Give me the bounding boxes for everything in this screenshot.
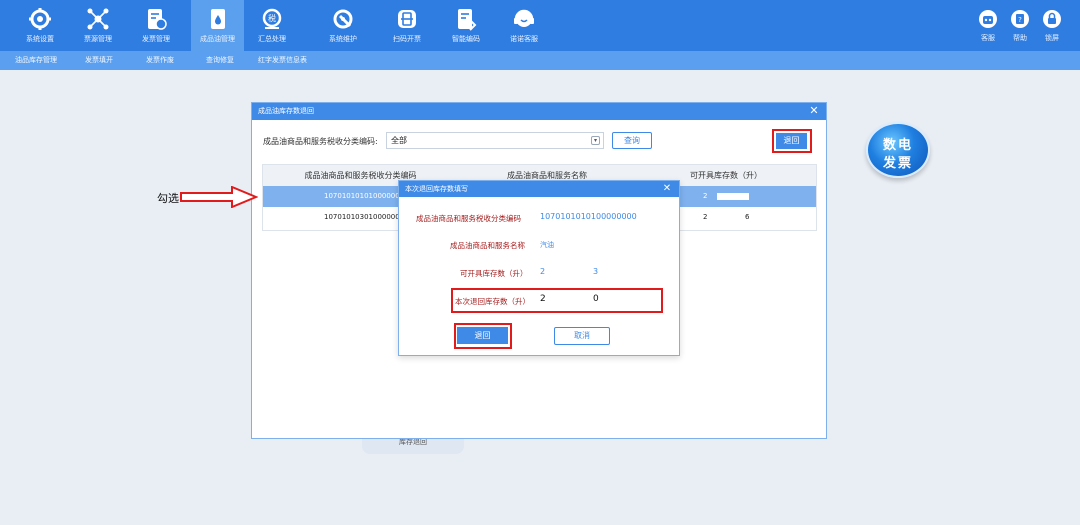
code-label: 成品油商品和服务税收分类编码 [416, 214, 521, 223]
nav-label: 智能编码 [452, 35, 480, 43]
sub-navbar: 油品库存管理 发票填开 发票作废 查询修复 红字发票信息表 [0, 51, 1080, 70]
nav-label: 汇总处理 [258, 35, 286, 43]
filter-label: 成品油商品和服务税收分类编码: [263, 137, 378, 146]
subnav-invoice-issue[interactable]: 发票填开 [85, 51, 113, 70]
subnav-query-repair[interactable]: 查询修复 [206, 51, 234, 70]
background-tab-label: 库存退回 [399, 438, 427, 446]
name-label: 成品油商品和服务名称 [450, 241, 525, 250]
highlight-box [454, 323, 512, 349]
lock-icon [1043, 10, 1061, 28]
network-icon [87, 8, 109, 30]
nav-oil-management[interactable]: 成品油管理 [191, 0, 244, 51]
return-quantity-dialog: 本次退回库存数填写 ✕ [398, 180, 680, 356]
nav-ticket-source[interactable]: 票源管理 [75, 0, 121, 51]
util-lock-screen[interactable]: 锁屏 [1037, 0, 1067, 51]
nav-label: 发票管理 [142, 35, 170, 43]
stock-label: 可开具库存数（升） [460, 269, 528, 278]
help-book-icon: ? [1011, 10, 1029, 28]
arrow-right-icon [180, 186, 258, 208]
dialog-title: 成品油库存数退回 [252, 103, 826, 120]
util-label: 帮助 [1013, 34, 1027, 42]
highlight-box [772, 129, 812, 153]
nav-invoice-management[interactable]: 发票管理 [133, 0, 179, 51]
table-cell-stock-extra: 6 [745, 213, 750, 221]
maintenance-icon [333, 9, 353, 29]
code-filter-select[interactable]: 全部 ▾ [386, 132, 604, 149]
nav-label: 诺诺客服 [510, 35, 538, 43]
svg-text:?: ? [1018, 16, 1022, 24]
util-help[interactable]: ? 帮助 [1005, 0, 1035, 51]
util-customer-service[interactable]: 客服 [973, 0, 1003, 51]
code-value: 1070101010100000000 [540, 212, 637, 221]
nav-label: 系统设置 [26, 35, 54, 43]
robot-icon [979, 10, 997, 28]
svg-text:税: 税 [268, 13, 276, 23]
subnav-oil-inventory[interactable]: 油品库存管理 [15, 51, 57, 70]
name-value: 汽油 [540, 241, 554, 249]
nav-summary-processing[interactable]: 税 汇总处理 [249, 0, 295, 51]
table-cell-stock: 2 [703, 192, 708, 200]
nav-system-maintenance[interactable]: 系统维护 [320, 0, 366, 51]
tax-icon: 税 [262, 8, 282, 29]
invoice-icon [148, 9, 167, 30]
cancel-button[interactable]: 取消 [554, 327, 610, 345]
badge-line: 发票 [882, 156, 913, 171]
nav-scan-invoice[interactable]: 扫码开票 [384, 0, 430, 51]
chevron-down-icon[interactable]: ▾ [591, 136, 600, 145]
util-label: 锁屏 [1045, 34, 1059, 42]
filter-select-value: 全部 [391, 136, 407, 145]
highlight-box [451, 288, 663, 313]
util-label: 客服 [981, 34, 995, 42]
nav-label: 扫码开票 [393, 35, 421, 43]
nav-customer-service[interactable]: 诺诺客服 [501, 0, 547, 51]
gear-icon [29, 8, 51, 30]
nav-label: 系统维护 [329, 35, 357, 43]
stock-value-digit: 3 [593, 267, 599, 276]
smart-code-icon [458, 9, 477, 31]
subnav-red-invoice-info[interactable]: 红字发票信息表 [258, 51, 307, 70]
headset-icon [514, 9, 534, 27]
close-icon[interactable]: ✕ [808, 105, 820, 117]
stock-value: 2 [540, 267, 546, 276]
table-cell-stock: 2 [703, 213, 708, 221]
nav-label: 成品油管理 [200, 35, 235, 43]
nav-system-settings[interactable]: 系统设置 [17, 0, 63, 51]
oil-drop-icon [210, 9, 225, 29]
badge-line: 数电 [882, 138, 913, 153]
scan-icon [398, 10, 416, 28]
redaction-block [717, 193, 749, 200]
digital-invoice-badge[interactable]: 数电 发票 [866, 122, 930, 178]
close-icon[interactable]: ✕ [661, 183, 673, 195]
dialog-title: 本次退回库存数填写 [399, 181, 679, 197]
nav-smart-coding[interactable]: 智能编码 [443, 0, 489, 51]
subnav-invoice-void[interactable]: 发票作废 [146, 51, 174, 70]
query-button[interactable]: 查询 [612, 132, 652, 149]
annotation-label: 勾选 [157, 192, 179, 205]
top-navbar: 系统设置 票源管理 发票管理 成品油管理 税 汇总处理 系统维护 扫码开票 智能… [0, 0, 1080, 51]
nav-label: 票源管理 [84, 35, 112, 43]
